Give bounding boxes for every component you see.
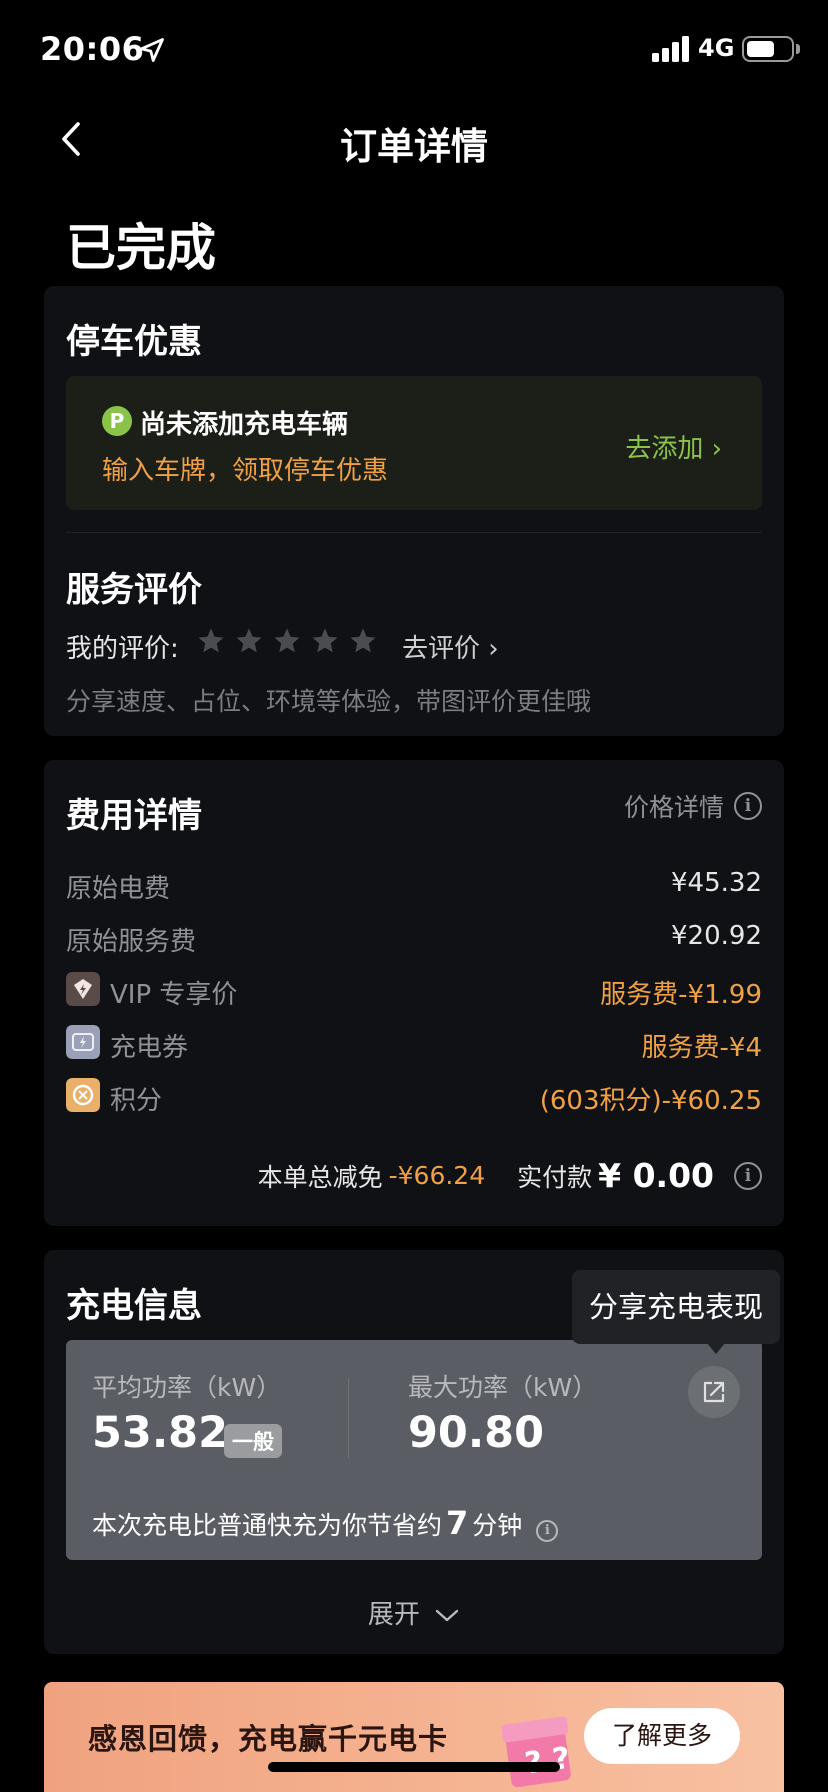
avg-power-value: 53.82: [92, 1408, 229, 1458]
max-power-value: 90.80: [408, 1408, 545, 1458]
banner-text: 感恩回馈，充电赢千元电卡: [88, 1722, 449, 1756]
fee-label: 积分: [110, 1086, 163, 1116]
parking-title: 停车优惠: [66, 322, 202, 362]
learn-more-button[interactable]: 了解更多: [584, 1708, 740, 1764]
expand-label: 展开: [367, 1600, 420, 1630]
note-prefix: 本次充电比普通快充为你节省约: [92, 1511, 443, 1540]
info-icon[interactable]: i: [536, 1520, 559, 1542]
parking-vehicle-title: 尚未添加充电车辆: [140, 410, 349, 440]
fee-label: 原始服务费: [66, 927, 197, 957]
parking-p-icon: P: [102, 406, 132, 436]
total-discount-value: -¥66.24: [388, 1161, 486, 1190]
status-time: 20:06: [40, 30, 145, 68]
fee-value: 服务费-¥1.99: [600, 980, 762, 1010]
rating-stars[interactable]: [196, 626, 378, 656]
note-suffix: 分钟: [472, 1511, 523, 1540]
fee-row: VIP 专享价 服务费-¥1.99: [66, 972, 762, 1010]
home-indicator: [268, 1762, 560, 1772]
location-arrow-icon: [140, 38, 164, 62]
go-rate-link[interactable]: 去评价 ›: [402, 628, 499, 665]
charging-savings-note: 本次充电比普通快充为你节省约 7 分钟 i: [92, 1504, 559, 1542]
fee-row: 原始服务费 ¥20.92: [66, 919, 762, 957]
fee-value: 服务费-¥4: [641, 1033, 762, 1063]
fee-row: 充电券 服务费-¥4: [66, 1025, 762, 1063]
price-detail-label: 价格详情: [623, 793, 724, 822]
price-detail-link[interactable]: 价格详情 i: [624, 788, 762, 824]
vip-icon: [66, 972, 100, 1006]
service-rating-title: 服务评价: [66, 570, 202, 610]
parking-subtitle: 输入车牌，领取停车优惠: [102, 456, 389, 486]
paid-label: 实付款: [517, 1162, 593, 1192]
network-type: 4G: [698, 34, 735, 62]
fee-value: ¥45.32: [671, 868, 762, 898]
expand-button[interactable]: 展开: [44, 1594, 784, 1631]
promo-banner[interactable]: 感恩回馈，充电赢千元电卡 ? ? 了解更多: [44, 1682, 784, 1792]
fee-row: 原始电费 ¥45.32: [66, 866, 762, 904]
battery-icon: [742, 36, 794, 62]
fee-label: 充电券: [110, 1033, 189, 1063]
battery-tip: [796, 44, 800, 54]
fee-label: 原始电费: [66, 874, 171, 904]
total-row: 本单总减免 -¥66.24 实付款 ¥ 0.00 i: [258, 1156, 762, 1195]
fee-value: (603积分)-¥60.25: [539, 1086, 762, 1116]
note-number: 7: [446, 1504, 469, 1542]
parking-offer-box[interactable]: P 尚未添加充电车辆 输入车牌，领取停车优惠 去添加 ›: [66, 376, 762, 510]
tooltip-arrow: [706, 1342, 726, 1354]
paid-value: ¥ 0.00: [598, 1156, 714, 1195]
info-icon: i: [734, 792, 762, 820]
fee-value: ¥20.92: [671, 921, 762, 951]
max-power-label: 最大功率（kW）: [408, 1373, 598, 1402]
order-status: 已完成: [66, 219, 216, 277]
star-icon[interactable]: [234, 626, 264, 656]
add-vehicle-link[interactable]: 去添加 ›: [625, 428, 722, 465]
my-rating-label: 我的评价:: [66, 634, 179, 664]
points-icon: [66, 1078, 100, 1112]
charging-stats-box: 平均功率（kW） 53.82 一般 最大功率（kW） 90.80 本次充电比普通…: [66, 1340, 762, 1560]
fee-label: VIP 专享价: [110, 980, 238, 1010]
signal-icon: [652, 36, 689, 62]
divider: [348, 1378, 349, 1458]
chevron-down-icon: [435, 1609, 459, 1621]
avg-power-badge: 一般: [224, 1424, 282, 1458]
fee-row: 积分 (603积分)-¥60.25: [66, 1078, 762, 1116]
fee-card: 费用详情 价格详情 i 原始电费 ¥45.32 原始服务费 ¥20.92 VIP…: [44, 760, 784, 1226]
parking-rating-card: 停车优惠 P 尚未添加充电车辆 输入车牌，领取停车优惠 去添加 › 服务评价 我…: [44, 286, 784, 736]
fee-title: 费用详情: [66, 796, 202, 836]
rating-hint: 分享速度、占位、环境等体验，带图评价更佳哦: [66, 687, 592, 716]
star-icon[interactable]: [348, 626, 378, 656]
star-icon[interactable]: [272, 626, 302, 656]
total-discount-label: 本单总减免: [257, 1162, 383, 1192]
page-title: 订单详情: [340, 125, 488, 168]
star-icon[interactable]: [196, 626, 226, 656]
star-icon[interactable]: [310, 626, 340, 656]
divider: [66, 532, 762, 533]
charging-title: 充电信息: [66, 1286, 202, 1326]
avg-power-label: 平均功率（kW）: [92, 1373, 282, 1402]
coupon-icon: [66, 1025, 100, 1059]
rating-row: 我的评价: 去评价 ›: [66, 626, 762, 665]
share-tooltip: 分享充电表现: [572, 1270, 780, 1344]
nav-bar: 订单详情: [0, 100, 828, 180]
info-icon[interactable]: i: [734, 1161, 762, 1190]
share-icon[interactable]: [688, 1366, 740, 1418]
status-bar: 20:06 4G: [0, 0, 828, 100]
